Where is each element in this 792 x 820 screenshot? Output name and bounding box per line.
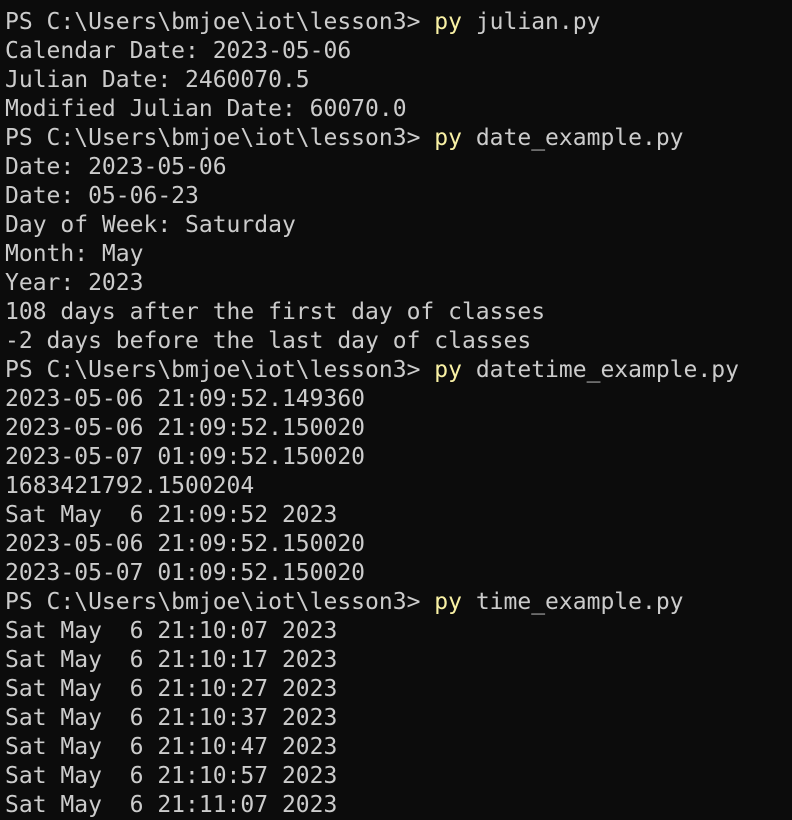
output-line: Month: May (5, 241, 144, 267)
prompt-line: PS C:\Users\bmjoe\iot\lesson3> py dateti… (5, 356, 792, 385)
output-line: 1683421792.1500204 (5, 473, 255, 499)
output-line: 2023-05-06 21:09:52.150020 (5, 531, 366, 557)
command-program: py (434, 9, 462, 35)
output-line: Sat May 6 21:09:52 2023 (5, 502, 338, 528)
command-args: datetime_example.py (461, 357, 739, 383)
output-line: Sat May 6 21:10:17 2023 (5, 647, 338, 673)
output-line: Julian Date: 2460070.5 (5, 67, 310, 93)
output-line: Date: 2023-05-06 (5, 154, 227, 180)
output-line: -2 days before the last day of classes (5, 328, 532, 354)
command-program: py (434, 357, 462, 383)
prompt-text: PS C:\Users\bmjoe\iot\lesson3> (5, 125, 435, 151)
prompt-text: PS C:\Users\bmjoe\iot\lesson3> (5, 589, 435, 615)
output-line: 2023-05-07 01:09:52.150020 (5, 560, 366, 586)
command-args: julian.py (461, 9, 601, 35)
command-args: date_example.py (461, 125, 684, 151)
terminal-window[interactable]: PS C:\Users\bmjoe\iot\lesson3> py julian… (0, 0, 792, 820)
command-program: py (434, 589, 462, 615)
output-line: Date: 05-06-23 (5, 183, 199, 209)
output-line: Modified Julian Date: 60070.0 (5, 96, 407, 122)
output-line: Sat May 6 21:10:47 2023 (5, 734, 338, 760)
output-line: 2023-05-06 21:09:52.149360 (5, 386, 366, 412)
output-line: Sat May 6 21:10:27 2023 (5, 676, 338, 702)
output-line: 2023-05-06 21:09:52.150020 (5, 415, 366, 441)
output-line: Sat May 6 21:10:07 2023 (5, 618, 338, 644)
output-line: 108 days after the first day of classes (5, 299, 546, 325)
prompt-line: PS C:\Users\bmjoe\iot\lesson3> py julian… (5, 8, 792, 37)
command-args: time_example.py (461, 589, 684, 615)
output-line: Year: 2023 (5, 270, 144, 296)
output-line: Sat May 6 21:11:07 2023 (5, 792, 338, 818)
prompt-text: PS C:\Users\bmjoe\iot\lesson3> (5, 357, 435, 383)
output-line: Day of Week: Saturday (5, 212, 296, 238)
prompt-line: PS C:\Users\bmjoe\iot\lesson3> py date_e… (5, 124, 792, 153)
command-program: py (434, 125, 462, 151)
prompt-text: PS C:\Users\bmjoe\iot\lesson3> (5, 9, 435, 35)
output-line: Sat May 6 21:10:57 2023 (5, 763, 338, 789)
output-line: Sat May 6 21:10:37 2023 (5, 705, 338, 731)
output-line: Calendar Date: 2023-05-06 (5, 38, 352, 64)
output-line: 2023-05-07 01:09:52.150020 (5, 444, 366, 470)
prompt-line: PS C:\Users\bmjoe\iot\lesson3> py time_e… (5, 588, 792, 617)
